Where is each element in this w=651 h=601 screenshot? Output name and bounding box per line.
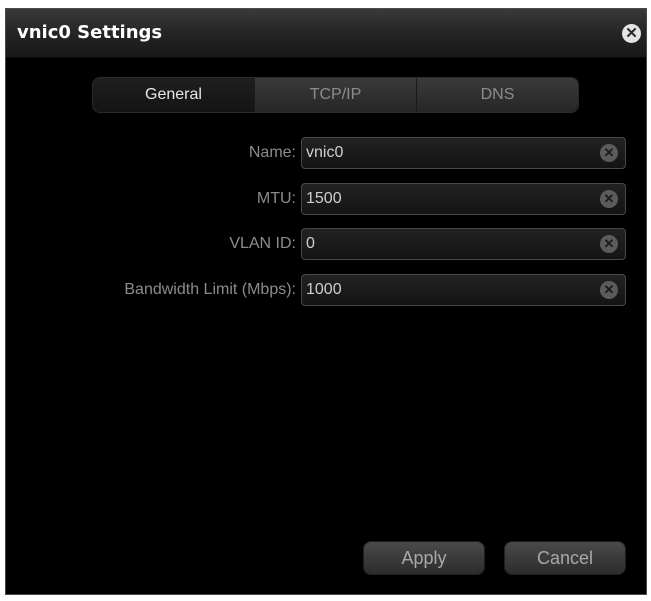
bandwidth-field[interactable]: ✕ (301, 274, 626, 306)
vlan-id-field[interactable]: ✕ (301, 228, 626, 260)
clear-icon[interactable]: ✕ (600, 190, 618, 208)
dialog-title: vnic0 Settings (17, 22, 163, 43)
bandwidth-input[interactable] (306, 275, 586, 305)
vlan-id-label: VLAN ID: (229, 235, 296, 252)
bandwidth-label: Bandwidth Limit (Mbps): (124, 281, 296, 298)
apply-button[interactable]: Apply (363, 541, 485, 575)
mtu-field[interactable]: ✕ (301, 183, 626, 215)
name-input[interactable] (306, 138, 586, 168)
tab-bar: General TCP/IP DNS (92, 77, 579, 113)
vlan-id-input[interactable] (306, 229, 586, 259)
vlan-id-row: VLAN ID: ✕ (6, 228, 646, 260)
tab-tcpip[interactable]: TCP/IP (254, 78, 416, 112)
clear-icon[interactable]: ✕ (600, 235, 618, 253)
mtu-row: MTU: ✕ (6, 183, 646, 215)
clear-icon[interactable]: ✕ (600, 281, 618, 299)
mtu-label: MTU: (256, 190, 296, 207)
name-label: Name: (248, 144, 296, 161)
name-row: Name: ✕ (6, 137, 646, 169)
tab-dns[interactable]: DNS (416, 78, 578, 112)
tab-general[interactable]: General (93, 78, 254, 112)
bandwidth-row: Bandwidth Limit (Mbps): ✕ (6, 274, 646, 306)
close-icon[interactable]: ✕ (622, 24, 641, 43)
title-bar: vnic0 Settings ✕ (6, 9, 646, 58)
cancel-button[interactable]: Cancel (504, 541, 626, 575)
name-field[interactable]: ✕ (301, 137, 626, 169)
mtu-input[interactable] (306, 184, 586, 214)
settings-dialog: vnic0 Settings ✕ General TCP/IP DNS Name… (5, 8, 647, 595)
clear-icon[interactable]: ✕ (600, 144, 618, 162)
